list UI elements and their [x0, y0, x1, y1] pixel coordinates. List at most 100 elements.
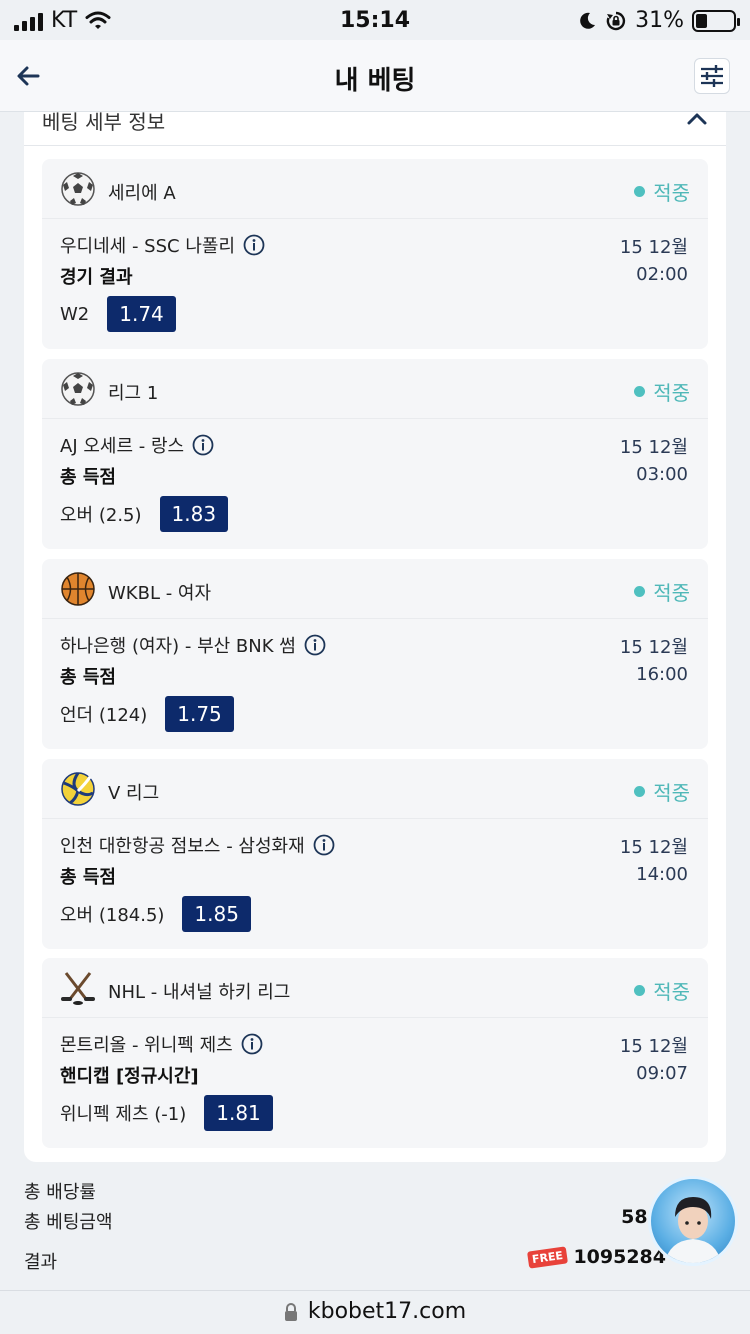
match-name: 인천 대한항공 점보스 - 삼성화재 — [60, 836, 305, 857]
pick-row: 언더 (124) 1.75 — [60, 696, 234, 732]
pick-row: W2 1.74 — [60, 296, 176, 332]
pick-row: 오버 (184.5) 1.85 — [60, 896, 251, 932]
match-date: 15 12월 — [619, 637, 688, 658]
bet-item-header: NHL - 내셔널 하키 리그 적중 — [42, 958, 708, 1018]
info-icon[interactable] — [304, 634, 326, 656]
odds-badge: 1.75 — [165, 696, 234, 732]
match-date: 15 12월 — [619, 237, 688, 258]
status-right: 31% — [577, 8, 740, 33]
match-name: 우디네세 - SSC 나폴리 — [60, 236, 235, 257]
free-badge: FREE — [527, 1246, 569, 1269]
bet-item: 세리에 A 적중 우디네세 - SSC 나폴리 경기 결과 W2 1.74 15… — [42, 159, 708, 349]
match-date: 15 12월 — [619, 1036, 688, 1057]
pick-text: W2 — [60, 303, 90, 325]
chevron-up-icon[interactable] — [686, 110, 708, 126]
bet-item-header: 리그 1 적중 — [42, 359, 708, 419]
status-text: 적중 — [653, 581, 690, 605]
moon-icon — [580, 12, 596, 29]
pick-text: 언더 (124) — [60, 705, 148, 726]
details-header[interactable]: 베팅 세부 정보 — [24, 110, 726, 146]
market-name: 총 득점 — [60, 667, 116, 688]
match-time: 14:00 — [636, 864, 688, 885]
info-icon[interactable] — [243, 234, 265, 256]
match-date: 15 12월 — [619, 437, 688, 458]
status-bar: KT 15:14 31% — [0, 0, 750, 40]
odds-badge: 1.85 — [182, 896, 251, 932]
battery-level — [696, 13, 708, 28]
support-avatar[interactable] — [648, 1176, 738, 1266]
match-date: 15 12월 — [619, 837, 688, 858]
match-row: 우디네세 - SSC 나폴리 — [60, 232, 265, 258]
match-name: 몬트리올 - 위니펙 제츠 — [60, 1035, 233, 1056]
app-header: 내 베팅 — [0, 40, 750, 112]
market-name: 총 득점 — [60, 467, 116, 488]
rotation-lock-icon — [606, 11, 626, 30]
bet-item-header: 세리에 A 적중 — [42, 159, 708, 219]
details-title: 베팅 세부 정보 — [42, 110, 166, 134]
status-text: 적중 — [653, 980, 690, 1004]
total-odds-row: 총 배당률 — [24, 1174, 726, 1204]
status-badge: 적중 — [634, 377, 690, 406]
odds-badge: 1.83 — [159, 496, 229, 532]
status-dot — [634, 586, 646, 597]
bet-details-card: 베팅 세부 정보 세리에 A 적중 우디네세 - SSC 나폴리 경기 결과 W… — [24, 110, 726, 1162]
pick-text: 오버 (2.5) — [60, 505, 142, 526]
avatar-portrait-icon — [665, 1197, 721, 1263]
carrier-name: KT — [51, 8, 78, 33]
cellular-signal-icon — [14, 11, 43, 31]
url-text: kbobet17.com — [307, 1299, 467, 1324]
odds-badge: 1.74 — [107, 296, 176, 332]
browser-url-bar[interactable]: kbobet17.com — [0, 1290, 750, 1334]
total-stake-label: 총 베팅금액 — [24, 1212, 113, 1233]
match-time: 02:00 — [636, 264, 688, 285]
pick-row: 오버 (2.5) 1.83 — [60, 496, 229, 532]
battery-percent: 31% — [635, 8, 684, 33]
match-row: 몬트리올 - 위니펙 제츠 — [60, 1031, 263, 1057]
market-name: 총 득점 — [60, 867, 116, 888]
match-row: AJ 오세르 - 랑스 — [60, 432, 214, 458]
status-badge: 적중 — [634, 976, 690, 1005]
info-icon[interactable] — [192, 434, 214, 456]
status-dot — [634, 186, 646, 197]
match-name: 하나은행 (여자) - 부산 BNK 썸 — [60, 636, 296, 657]
filter-button[interactable] — [694, 58, 730, 94]
bet-item: 리그 1 적중 AJ 오세르 - 랑스 총 득점 오버 (2.5) 1.83 1… — [42, 359, 708, 549]
hockey-sticks-icon — [61, 972, 95, 1005]
league-name: WKBL - 여자 — [108, 583, 212, 604]
status-dot — [634, 786, 646, 797]
status-text: 적중 — [653, 181, 690, 205]
market-name: 핸디캡 [정규시간] — [60, 1066, 199, 1087]
status-text: 적중 — [653, 781, 690, 805]
info-icon[interactable] — [313, 834, 335, 856]
market-name: 경기 결과 — [60, 267, 133, 288]
result-row: 결과 FREE 1095284 — [24, 1244, 726, 1274]
pick-text: 오버 (184.5) — [60, 905, 165, 926]
odds-badge: 1.81 — [204, 1095, 273, 1131]
info-icon[interactable] — [241, 1033, 263, 1055]
match-time: 03:00 — [636, 464, 688, 485]
basketball-icon — [61, 572, 95, 606]
status-text: 적중 — [653, 381, 690, 405]
pick-row: 위니펙 제츠 (-1) 1.81 — [60, 1095, 273, 1131]
volleyball-icon — [61, 772, 95, 806]
soccer-ball-icon — [61, 172, 95, 206]
status-badge: 적중 — [634, 777, 690, 806]
league-name: 세리에 A — [108, 183, 176, 204]
result-value-wrap: FREE 1095284 — [527, 1246, 666, 1269]
result-label: 결과 — [24, 1252, 58, 1273]
page-title: 내 베팅 — [334, 66, 416, 96]
match-time: 09:07 — [636, 1063, 688, 1084]
match-row: 하나은행 (여자) - 부산 BNK 썸 — [60, 632, 326, 658]
status-dot — [634, 985, 646, 996]
sliders-icon — [701, 65, 723, 87]
total-stake-row: 총 베팅금액 58,7 — [24, 1204, 726, 1234]
league-name: NHL - 내셔널 하키 리그 — [108, 982, 291, 1003]
soccer-ball-icon — [61, 372, 95, 406]
lock-icon — [284, 1302, 297, 1321]
battery-icon — [692, 9, 740, 32]
match-row: 인천 대한항공 점보스 - 삼성화재 — [60, 832, 335, 858]
status-left: KT — [14, 8, 111, 33]
league-name: 리그 1 — [108, 383, 159, 404]
match-name: AJ 오세르 - 랑스 — [60, 436, 185, 457]
status-badge: 적중 — [634, 177, 690, 206]
